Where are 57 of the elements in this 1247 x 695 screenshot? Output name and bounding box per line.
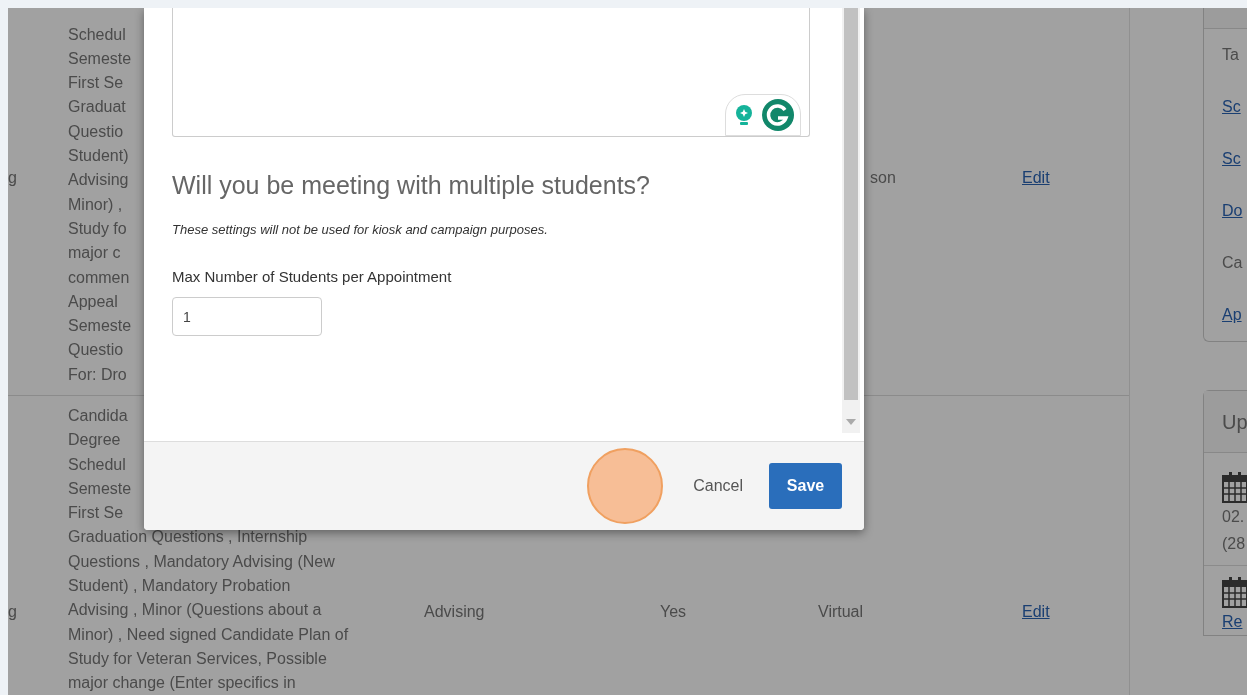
modal-note: These settings will not be used for kiosk and campaign purposes. (172, 221, 549, 239)
edit-link[interactable]: Edit (1022, 603, 1050, 620)
writing-assistant-widget[interactable] (725, 94, 801, 136)
table-cell-line: Minor) , Need signed Candidate Plan of (68, 624, 349, 645)
table-cell-line: Minor) , (68, 194, 123, 215)
event-link[interactable]: Re (1222, 613, 1243, 630)
table-cell-line: Semeste (68, 316, 132, 337)
sidebar-text: Ca (1222, 253, 1243, 273)
table-cell-line: Semeste (68, 478, 132, 499)
scrollbar[interactable] (842, 8, 860, 433)
number-field[interactable]: 1 (172, 297, 322, 336)
table-cell: g (8, 603, 17, 620)
table-cell-line: Degree (68, 430, 121, 451)
table-cell-line: Student) (68, 146, 129, 167)
card-header: Up (1204, 391, 1247, 453)
edit-link[interactable]: Edit (1022, 168, 1050, 186)
table-cell-line: Graduat (68, 97, 126, 118)
cancel-button[interactable]: Cancel (681, 464, 755, 508)
sidebar-link[interactable]: Do (1222, 199, 1243, 223)
table-cell-line: Advising , Minor (Questions about a (68, 600, 322, 621)
modal-heading: Will you be meeting with multiple students? (172, 170, 651, 200)
table-cell: Virtual (818, 603, 864, 620)
field-label: Max Number of Students per Appointment (172, 266, 453, 287)
table-cell-line: commen (68, 267, 130, 288)
sidebar-link[interactable]: Sc (1222, 95, 1241, 119)
table-cell-line: major change (Enter specifics in (68, 673, 296, 694)
table-cell-line: Questio (68, 121, 124, 142)
calendar-icon (1222, 576, 1247, 608)
calendar-icon (1222, 471, 1247, 503)
table-cell-line: Questions , Mandatory Advising (New (68, 551, 335, 572)
scroll-down-icon (846, 419, 856, 425)
table-cell-line: Schedul (68, 454, 126, 475)
table-cell-line: Advising (68, 170, 129, 191)
table-cell-line: major c (68, 243, 121, 264)
sidebar-link[interactable]: Ap (1222, 303, 1242, 327)
table-cell-line: Questio (68, 340, 124, 361)
table-cell: Advising (424, 603, 485, 620)
table-cell-line: Appeal (68, 291, 118, 312)
sidebar-text: Ta (1222, 45, 1239, 65)
save-button[interactable]: Save (769, 463, 842, 509)
table-cell-line: Semeste (68, 48, 132, 69)
table-cell-line: Candida (68, 406, 128, 426)
table-cell-line: Study for Veteran Services, Possible (68, 648, 327, 669)
table-cell-line: Schedul (68, 24, 126, 45)
table-cell-line: First Se (68, 503, 124, 524)
event-text: 02. (1222, 507, 1246, 527)
table-cell: Yes (660, 603, 687, 620)
circle-logo-icon[interactable] (761, 98, 795, 132)
table-cell-line: For: Dro (68, 364, 127, 385)
table-cell-text: son (870, 167, 896, 188)
table-cell-line: Study fo (68, 218, 127, 239)
table-cell-line: Student) , Mandatory Probation (68, 576, 291, 597)
sidebar-link[interactable]: Sc (1222, 147, 1241, 171)
table-cell: g (8, 168, 17, 186)
event-text: (28 (1222, 534, 1247, 554)
table-cell-line: Graduation Questions , Internship (68, 527, 308, 548)
table-cell-line: First Se (68, 73, 124, 94)
